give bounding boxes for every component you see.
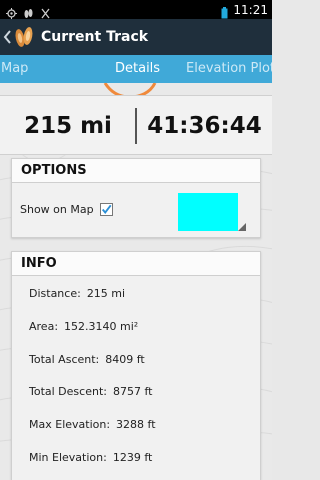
- show-on-map-checkbox[interactable]: [99, 203, 113, 216]
- info-label: Distance:: [29, 287, 81, 300]
- info-label: Area:: [29, 319, 59, 333]
- status-time: 11:21: [233, 2, 268, 17]
- info-label: Total Descent:: [29, 385, 107, 399]
- info-item-total-ascent: Total Ascent: 8409 ft: [29, 344, 156, 377]
- info-label: Max Elevation:: [29, 418, 111, 432]
- dropdown-corner-icon: [238, 223, 246, 231]
- info-value: 8757 ft: [112, 385, 153, 399]
- app-logo-icon[interactable]: [13, 24, 35, 50]
- page-title: Current Track: [41, 29, 149, 45]
- show-on-map-row: Show on Map: [20, 203, 113, 216]
- info-value: 215 mi: [86, 287, 126, 300]
- info-card: INFO Distance: 215 mi Area: 152.3140 mi² T…: [11, 251, 261, 480]
- stat-duration: 41:36:44: [147, 113, 262, 139]
- options-card: OPTIONS Show on Map: [11, 158, 261, 238]
- tab-details[interactable]: Details: [115, 55, 160, 83]
- info-label: Total Ascent:: [29, 352, 100, 366]
- info-item-area: Area: 152.3140 mi²: [29, 311, 156, 344]
- gps-icon: [6, 4, 17, 19]
- info-value: 8409 ft: [105, 352, 145, 366]
- info-value: 1239 ft: [112, 450, 153, 464]
- info-header: INFO: [12, 252, 260, 276]
- info-item-total-descent: Total Descent: 8757 ft: [29, 376, 156, 409]
- options-header: OPTIONS: [12, 159, 260, 183]
- info-label: Min Elevation:: [29, 450, 107, 464]
- app-feet-icon: [23, 4, 34, 18]
- info-item-distance: Distance: 215 mi: [29, 278, 156, 311]
- tab-bar: Map Details Elevation Plot: [0, 55, 272, 83]
- action-bar: Current Track: [0, 19, 272, 55]
- usb-debug-icon: [40, 4, 51, 19]
- track-stats-summary: 215 mi 41:36:44: [0, 95, 272, 155]
- track-color-swatch[interactable]: [178, 193, 238, 231]
- status-left-icons: [6, 4, 51, 19]
- info-value: 3288 ft: [116, 418, 156, 432]
- stat-distance: 215 mi: [24, 113, 112, 139]
- checkmark-icon: [101, 204, 112, 214]
- info-item-min-elevation: Min Elevation: 1239 ft: [29, 442, 156, 475]
- tab-elevation-plot[interactable]: Elevation Plot: [186, 55, 272, 83]
- status-right-icons: 11:21: [221, 2, 268, 19]
- info-list: Distance: 215 mi Area: 152.3140 mi² Total …: [29, 278, 156, 475]
- battery-icon: [221, 4, 228, 19]
- status-bar: 11:21: [0, 0, 272, 19]
- info-value: 152.3140 mi²: [64, 319, 139, 333]
- tab-map[interactable]: Map: [1, 55, 28, 83]
- show-on-map-label: Show on Map: [20, 203, 94, 216]
- info-item-max-elevation: Max Elevation: 3288 ft: [29, 409, 156, 442]
- back-chevron-icon[interactable]: [1, 19, 13, 55]
